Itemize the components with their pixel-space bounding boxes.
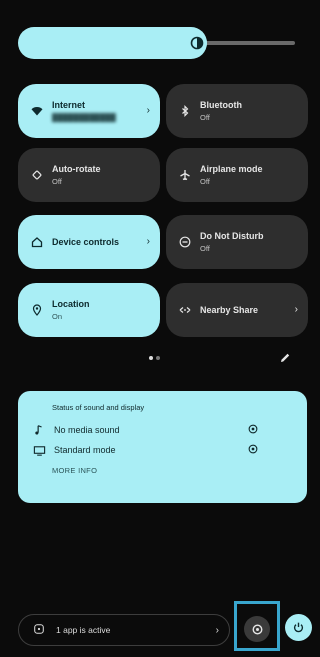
- status-row-label: No media sound: [54, 425, 120, 435]
- status-row-media-sound[interactable]: No media sound: [32, 420, 293, 440]
- tile-bluetooth-label: Bluetooth: [200, 100, 242, 111]
- airplane-icon: [178, 168, 192, 182]
- settings-icon[interactable]: [247, 443, 261, 457]
- tile-internet-network: ████████████: [52, 112, 116, 122]
- settings-button[interactable]: [244, 616, 270, 642]
- bluetooth-icon: [178, 104, 192, 118]
- chevron-right-icon: ›: [215, 624, 219, 636]
- status-row-label: Standard mode: [54, 445, 116, 455]
- chevron-right-icon: ›: [146, 236, 150, 247]
- page-dot-active: [149, 356, 153, 360]
- more-info-link[interactable]: MORE INFO: [52, 466, 293, 475]
- power-icon: [293, 622, 304, 633]
- tile-auto-rotate-status: Off: [52, 176, 62, 186]
- active-apps-button[interactable]: 1 app is active ›: [18, 614, 230, 646]
- home-icon: [30, 235, 44, 249]
- tile-airplane-mode-label: Airplane mode: [200, 164, 263, 175]
- page-dot: [156, 356, 160, 360]
- wifi-icon: [30, 104, 44, 118]
- brightness-slider[interactable]: [18, 27, 207, 59]
- edit-icon[interactable]: [278, 351, 292, 365]
- tile-do-not-disturb[interactable]: Do Not Disturb Off: [166, 215, 308, 269]
- tile-do-not-disturb-status: Off: [200, 243, 210, 253]
- tile-nearby-share[interactable]: Nearby Share ›: [166, 283, 308, 337]
- tile-location-label: Location: [52, 299, 90, 310]
- location-icon: [30, 303, 44, 317]
- tile-do-not-disturb-label: Do Not Disturb: [200, 231, 264, 242]
- tile-auto-rotate[interactable]: Auto-rotate Off: [18, 148, 160, 202]
- power-button[interactable]: [285, 614, 312, 641]
- tile-device-controls-label: Device controls: [52, 236, 120, 247]
- tile-bluetooth-status: Off: [200, 112, 210, 122]
- display-icon: [32, 443, 46, 457]
- settings-icon: [252, 624, 262, 634]
- active-app-icon: [33, 623, 47, 637]
- brightness-track[interactable]: [195, 41, 295, 45]
- tile-internet-label: Internet: [52, 100, 86, 111]
- nearby-share-icon: [178, 303, 192, 317]
- active-apps-label: 1 app is active: [56, 625, 111, 635]
- status-row-display-mode[interactable]: Standard mode: [32, 440, 293, 460]
- brightness-thumb[interactable]: [187, 33, 207, 53]
- settings-icon[interactable]: [247, 423, 261, 437]
- chevron-right-icon: ›: [294, 304, 298, 315]
- tile-nearby-share-label: Nearby Share: [200, 304, 259, 315]
- tile-airplane-mode[interactable]: Airplane mode Off: [166, 148, 308, 202]
- rotate-icon: [30, 168, 44, 182]
- dnd-icon: [178, 235, 192, 249]
- tile-bluetooth[interactable]: Bluetooth Off: [166, 84, 308, 138]
- tile-location[interactable]: Location On: [18, 283, 160, 337]
- tile-device-controls[interactable]: Device controls ›: [18, 215, 160, 269]
- tile-location-status: On: [52, 311, 63, 321]
- tile-internet[interactable]: Internet ████████████ ›: [18, 84, 160, 138]
- brightness-icon: [190, 36, 204, 50]
- tile-airplane-mode-status: Off: [200, 176, 210, 186]
- status-card-heading: Status of sound and display: [52, 403, 145, 412]
- page-indicator: [149, 356, 169, 362]
- sound-display-status-card[interactable]: Status of sound and display No media sou…: [18, 391, 307, 503]
- tile-auto-rotate-label: Auto-rotate: [52, 164, 101, 175]
- music-note-icon: [32, 423, 46, 437]
- chevron-right-icon: ›: [146, 105, 150, 116]
